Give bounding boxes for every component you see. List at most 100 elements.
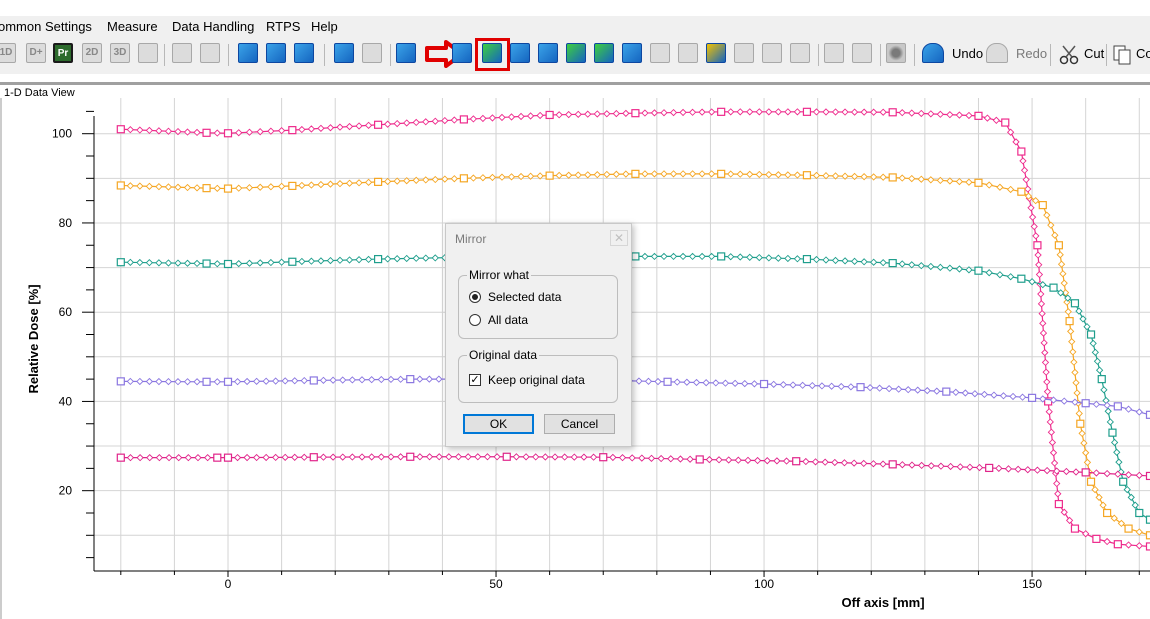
- data-point: [155, 259, 163, 267]
- radio-all-label[interactable]: All data: [488, 313, 528, 327]
- export-icon[interactable]: [138, 43, 158, 63]
- data-point: [1032, 196, 1040, 205]
- frame-outline-icon[interactable]: [200, 43, 220, 63]
- cut-label[interactable]: Cut: [1084, 46, 1104, 61]
- export-curve-icon[interactable]: [824, 43, 844, 63]
- data-point: [879, 108, 887, 116]
- checkmark-icon[interactable]: ✓: [469, 374, 481, 386]
- copy-label[interactable]: Co: [1136, 46, 1150, 61]
- profile-center-icon[interactable]: [266, 43, 286, 63]
- average-icon[interactable]: [566, 43, 586, 63]
- data-point: [319, 453, 328, 461]
- data-point: [298, 125, 306, 134]
- data-point: [416, 453, 424, 461]
- toolbar-separator: [164, 44, 165, 66]
- data-point: [660, 170, 668, 178]
- mode-1d-icon[interactable]: 1D: [0, 43, 16, 63]
- smooth-icon[interactable]: [396, 43, 416, 63]
- shift-icon[interactable]: [452, 43, 472, 63]
- mode-dplus-icon[interactable]: D+: [26, 43, 46, 63]
- normalize-icon[interactable]: [334, 43, 354, 63]
- interpolate-icon[interactable]: [510, 43, 530, 63]
- play-icon[interactable]: [650, 43, 670, 63]
- menu-data-handling[interactable]: Data Handling: [172, 19, 254, 34]
- data-point-square: [116, 258, 125, 267]
- data-point-square: [759, 379, 769, 389]
- data-point: [831, 458, 839, 467]
- data-point: [657, 454, 665, 463]
- close-icon[interactable]: ✕: [610, 230, 628, 246]
- data-point: [339, 453, 347, 461]
- mode-2d-icon[interactable]: 2D: [82, 43, 102, 63]
- menu-measure[interactable]: Measure: [107, 19, 158, 34]
- data-point-square: [1086, 477, 1096, 486]
- settings-gear-icon[interactable]: [886, 43, 906, 63]
- data-point-square: [888, 259, 897, 268]
- data-point: [479, 114, 487, 123]
- copy-icon[interactable]: [1112, 44, 1132, 66]
- profile-right-icon[interactable]: [294, 43, 314, 63]
- cancel-button[interactable]: Cancel: [544, 414, 615, 434]
- undo-label[interactable]: Undo: [952, 46, 983, 61]
- data-point: [1019, 157, 1027, 165]
- profile-left-icon[interactable]: [238, 43, 258, 63]
- data-point: [593, 110, 601, 118]
- data-point: [746, 253, 754, 261]
- y-tick-label: 20: [59, 484, 73, 498]
- data-point: [789, 381, 797, 389]
- data-point: [317, 257, 325, 265]
- redo-icon[interactable]: [986, 43, 1008, 63]
- data-point: [946, 177, 954, 185]
- data-point: [673, 378, 681, 386]
- undo-icon[interactable]: [922, 43, 944, 63]
- data-point-square: [974, 266, 983, 275]
- calc-disabled-icon[interactable]: [734, 43, 754, 63]
- calculate-icon[interactable]: [706, 43, 726, 63]
- paste-data-icon[interactable]: [790, 43, 810, 63]
- data-point-square: [502, 452, 511, 461]
- menu-rtps[interactable]: RTPS: [266, 19, 300, 34]
- data-point: [164, 183, 173, 191]
- data-point-square: [374, 254, 383, 264]
- step-icon[interactable]: [678, 43, 698, 63]
- data-point: [435, 453, 443, 461]
- data-point: [235, 129, 243, 137]
- redo-label[interactable]: Redo: [1016, 46, 1047, 61]
- data-point: [364, 255, 373, 264]
- mode-3d-icon[interactable]: 3D: [110, 43, 130, 63]
- data-point: [980, 390, 989, 399]
- radio-selected-icon[interactable]: [469, 291, 481, 303]
- data-point: [744, 456, 752, 464]
- depth-dose-icon[interactable]: [362, 43, 382, 63]
- ok-button[interactable]: OK: [463, 414, 534, 434]
- data-point: [628, 454, 636, 462]
- data-point-square: [374, 177, 383, 186]
- symmetrize-icon[interactable]: [538, 43, 558, 63]
- data-point-square: [974, 111, 983, 120]
- keep-original-label[interactable]: Keep original data: [488, 373, 585, 387]
- data-point: [1004, 465, 1013, 473]
- frame-icon[interactable]: [172, 43, 192, 63]
- data-point: [245, 184, 254, 192]
- y-axis-label: Relative Dose [%]: [26, 284, 41, 393]
- data-point: [995, 464, 1003, 473]
- copy-data-icon[interactable]: [762, 43, 782, 63]
- data-point: [831, 256, 840, 265]
- menu-help[interactable]: Help: [311, 19, 338, 34]
- radio-all-icon[interactable]: [469, 314, 481, 326]
- data-point: [1095, 493, 1103, 502]
- data-point-square: [888, 460, 897, 469]
- data-point-square: [1092, 534, 1101, 543]
- data-point: [667, 455, 675, 463]
- data-point: [174, 259, 182, 267]
- mode-profile-icon[interactable]: Pr: [53, 43, 73, 63]
- menu-common-settings[interactable]: ommon Settings: [0, 19, 92, 34]
- radio-selected-label[interactable]: Selected data: [488, 290, 561, 304]
- cut-icon[interactable]: [1058, 44, 1080, 66]
- import-curve-icon[interactable]: [852, 43, 872, 63]
- data-point: [307, 181, 316, 189]
- grid-data-icon[interactable]: [594, 43, 614, 63]
- resample-icon[interactable]: [622, 43, 642, 63]
- data-point: [474, 453, 482, 461]
- data-point-square: [223, 377, 233, 386]
